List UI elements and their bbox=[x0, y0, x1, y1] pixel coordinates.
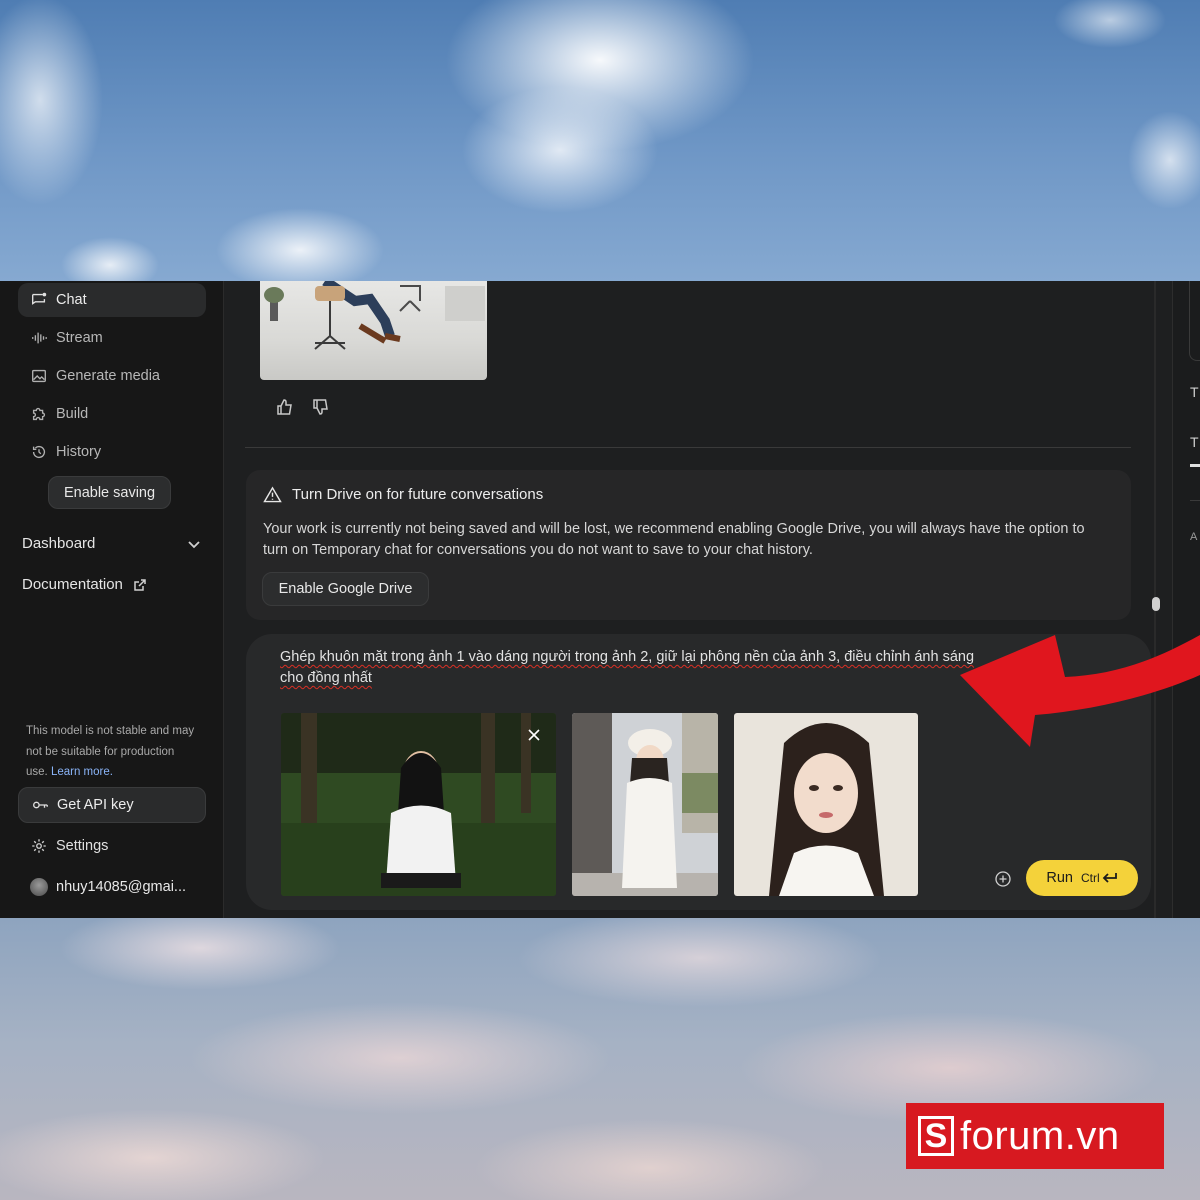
history-icon bbox=[32, 445, 46, 459]
dashboard-section[interactable]: Dashboard bbox=[22, 535, 202, 552]
sky-background-top bbox=[0, 0, 1200, 281]
sidebar-item-settings[interactable]: Settings bbox=[18, 829, 206, 863]
logo-text: forum.vn bbox=[960, 1113, 1120, 1158]
get-api-key-label: Get API key bbox=[57, 797, 134, 813]
logo-mark: S bbox=[918, 1116, 954, 1156]
enter-icon bbox=[1102, 873, 1117, 883]
ai-studio-window: Chat Stream Generate media Build History… bbox=[0, 281, 1200, 918]
add-icon[interactable] bbox=[995, 871, 1011, 887]
enable-google-drive-button[interactable]: Enable Google Drive bbox=[262, 572, 429, 606]
drive-notice-body: Your work is currently not being saved a… bbox=[263, 521, 1085, 558]
sidebar-item-chat[interactable]: Chat bbox=[18, 283, 206, 317]
sidebar-item-label: Stream bbox=[56, 330, 103, 346]
red-arrow-annotation bbox=[960, 635, 1200, 747]
documentation-link[interactable]: Documentation bbox=[22, 576, 202, 593]
model-notice: This model is not stable and may not be … bbox=[26, 721, 196, 783]
gear-icon bbox=[32, 839, 46, 853]
panel-label-2: T bbox=[1190, 434, 1199, 450]
panel-label-1: T bbox=[1190, 384, 1199, 400]
panel-label-3: A bbox=[1190, 531, 1198, 543]
run-label: Run bbox=[1046, 870, 1073, 886]
enable-saving-button[interactable]: Enable saving bbox=[48, 476, 171, 509]
stream-icon bbox=[32, 332, 47, 344]
account-email: nhuy14085@gmai... bbox=[56, 879, 186, 895]
image-icon bbox=[32, 369, 46, 383]
attached-image-2[interactable] bbox=[572, 713, 718, 896]
thumbs-up-icon[interactable] bbox=[275, 397, 295, 417]
drive-notice-title: Turn Drive on for future conversations bbox=[263, 486, 543, 503]
panel-slider[interactable] bbox=[1190, 464, 1200, 467]
shortcut-key: Ctrl bbox=[1080, 871, 1100, 885]
run-button[interactable]: Run Ctrl bbox=[1026, 860, 1138, 896]
puzzle-icon bbox=[32, 407, 46, 421]
attached-image-3[interactable] bbox=[734, 713, 918, 896]
account-button[interactable]: nhuy14085@gmai... bbox=[18, 870, 206, 904]
thumbs-down-icon[interactable] bbox=[311, 397, 331, 417]
settings-label: Settings bbox=[56, 838, 109, 854]
sidebar-item-label: Build bbox=[56, 406, 89, 422]
chevron-down-icon bbox=[188, 540, 200, 548]
sidebar-item-label: Generate media bbox=[56, 368, 160, 384]
sidebar-item-label: History bbox=[56, 444, 102, 460]
learn-more-link[interactable]: Learn more. bbox=[51, 766, 113, 778]
scrollbar[interactable] bbox=[1150, 281, 1162, 918]
sidebar-item-generate-media[interactable]: Generate media bbox=[18, 359, 206, 393]
sidebar-item-label: Chat bbox=[56, 292, 87, 308]
documentation-label: Documentation bbox=[22, 576, 123, 593]
dashboard-label: Dashboard bbox=[22, 535, 96, 552]
prompt-input[interactable]: Ghép khuôn mặt trong ảnh 1 vào dáng ngườ… bbox=[280, 647, 980, 689]
run-settings-panel: T T A bbox=[1172, 281, 1200, 918]
drive-notice-card: Turn Drive on for future conversations Y… bbox=[246, 470, 1131, 620]
close-icon[interactable] bbox=[528, 729, 540, 741]
attached-image-1[interactable] bbox=[281, 713, 556, 896]
sidebar: Chat Stream Generate media Build History… bbox=[0, 281, 224, 918]
divider bbox=[245, 447, 1131, 448]
key-icon bbox=[33, 801, 48, 809]
get-api-key-button[interactable]: Get API key bbox=[18, 787, 206, 823]
sidebar-item-history[interactable]: History bbox=[18, 435, 206, 469]
drive-title-text: Turn Drive on for future conversations bbox=[292, 486, 544, 503]
chat-main: Turn Drive on for future conversations Y… bbox=[225, 281, 1175, 918]
sidebar-item-stream[interactable]: Stream bbox=[18, 321, 206, 355]
run-shortcut: Ctrl bbox=[1081, 871, 1118, 885]
avatar bbox=[30, 878, 48, 896]
sidebar-item-build[interactable]: Build bbox=[18, 397, 206, 431]
previous-output-image bbox=[260, 281, 487, 380]
sforum-logo: S forum.vn bbox=[906, 1103, 1164, 1169]
warning-icon bbox=[263, 486, 282, 503]
chat-icon bbox=[32, 292, 47, 305]
external-link-icon bbox=[134, 578, 146, 591]
